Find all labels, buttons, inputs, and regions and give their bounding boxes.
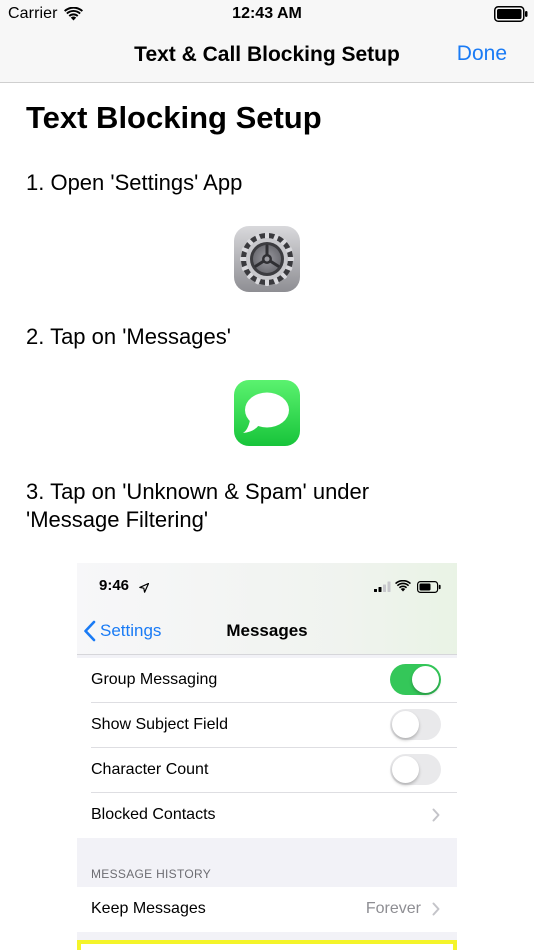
chevron-right-icon [432, 902, 440, 921]
row-label: Keep Messages [91, 900, 206, 917]
group-messaging-row: Group Messaging [77, 658, 457, 703]
done-button[interactable]: Done [457, 42, 507, 66]
toggle-knob [392, 756, 419, 783]
screenshot-wifi-icon [395, 579, 411, 597]
screenshot-title: Messages [226, 621, 308, 640]
highlighted-row-frame [77, 940, 457, 950]
toggle-knob [412, 666, 439, 693]
row-label: Group Messaging [91, 671, 218, 688]
character-count-toggle[interactable] [390, 754, 441, 785]
group-messaging-toggle[interactable] [390, 664, 441, 695]
status-time: 12:43 AM [232, 5, 302, 22]
screenshot-time: 9:46 [99, 577, 130, 594]
navigation-bar: Text & Call Blocking Setup Done [0, 30, 534, 83]
show-subject-field-toggle[interactable] [390, 709, 441, 740]
status-bar: Carrier 12:43 AM [0, 0, 534, 30]
nav-title: Text & Call Blocking Setup [134, 43, 400, 66]
step-1-text: 1. Open 'Settings' App [26, 170, 243, 195]
settings-app-icon [228, 220, 306, 298]
screenshot-nav-bar: Settings Messages [77, 608, 457, 655]
page-heading: Text Blocking Setup [26, 100, 322, 135]
row-label: Blocked Contacts [91, 806, 216, 823]
keep-messages-row[interactable]: Keep Messages Forever [77, 887, 457, 932]
messages-settings-screenshot: 9:46 Settings Messages Group Messaging S… [77, 563, 457, 950]
blocked-contacts-row[interactable]: Blocked Contacts [77, 793, 457, 838]
row-label: Character Count [91, 761, 209, 778]
chevron-right-icon [432, 808, 440, 827]
toggle-knob [392, 711, 419, 738]
character-count-row: Character Count [77, 748, 457, 793]
keep-messages-value: Forever [365, 900, 421, 917]
cellular-signal-icon [374, 579, 392, 597]
row-label: Show Subject Field [91, 716, 228, 733]
screenshot-battery-icon [417, 580, 441, 598]
section-header-message-history: MESSAGE HISTORY [91, 867, 212, 881]
show-subject-field-row: Show Subject Field [77, 703, 457, 748]
screen: Carrier 12:43 AM Text & Call Blocking Se… [0, 0, 534, 950]
step-3-text: 3. Tap on 'Unknown & Spam' under 'Messag… [26, 479, 370, 532]
messages-app-icon [234, 380, 300, 446]
location-arrow-icon [139, 580, 150, 598]
battery-icon [494, 6, 528, 22]
screenshot-status-bar: 9:46 [77, 563, 457, 608]
step-2-text: 2. Tap on 'Messages' [26, 324, 231, 349]
